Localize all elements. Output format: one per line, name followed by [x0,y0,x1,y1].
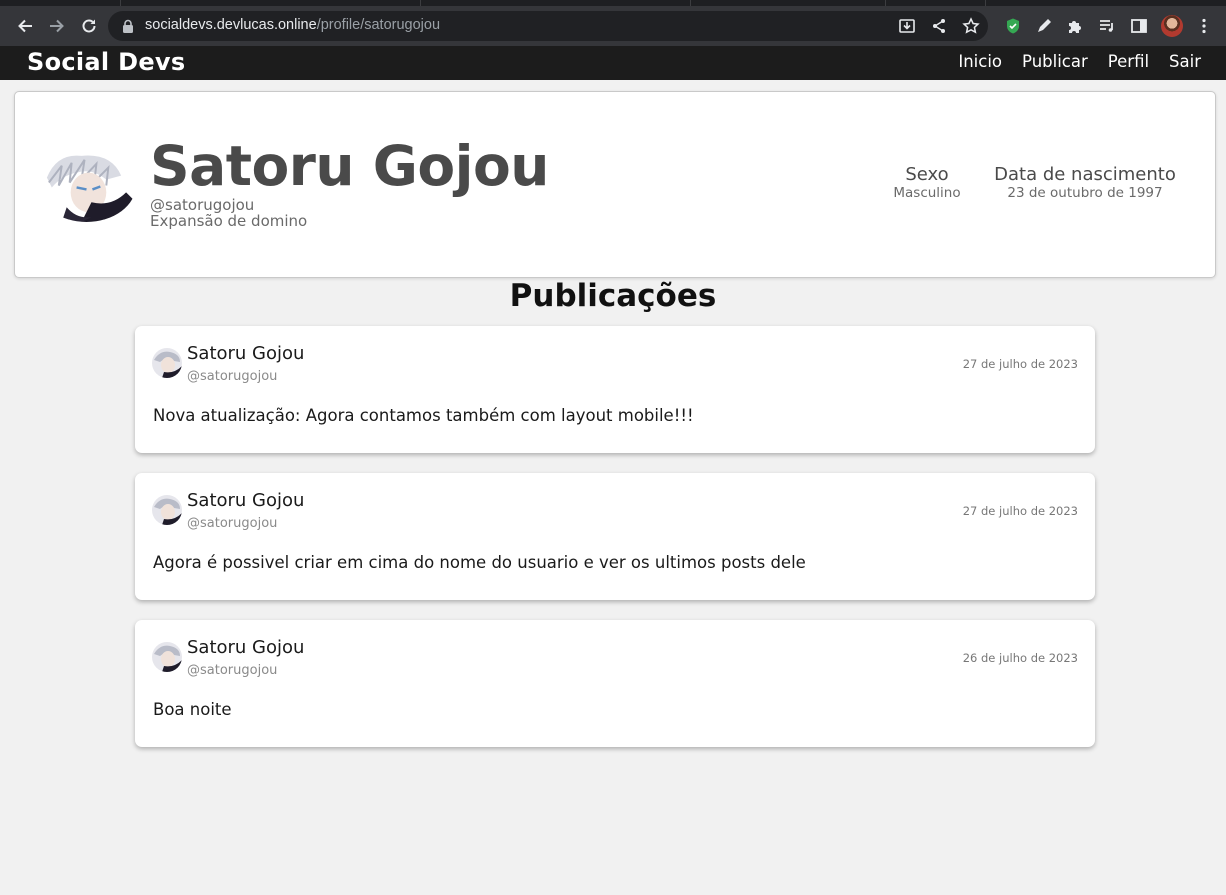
media-queue-icon[interactable] [1095,14,1119,38]
post-date: 26 de julho de 2023 [962,651,1078,665]
gender-info: Sexo Masculino [873,164,981,202]
nav-links: Inicio Publicar Perfil Sair [958,52,1201,71]
profile-bio: Expansão de domino [150,212,308,230]
post-avatar[interactable] [152,348,182,378]
nav-link-inicio[interactable]: Inicio [958,52,1002,71]
posts-section-title: Publicações [509,278,717,314]
pen-extension-icon[interactable] [1032,14,1056,38]
post-card: Satoru Gojou @satorugojou 27 de julho de… [135,326,1095,453]
extensions-puzzle-icon[interactable] [1063,14,1087,38]
site-navbar: Social Devs Inicio Publicar Perfil Sair [0,46,1226,80]
birth-value: 23 de outubro de 1997 [1007,185,1163,201]
back-icon[interactable] [13,14,37,38]
nav-link-publicar[interactable]: Publicar [1022,52,1088,71]
post-date: 27 de julho de 2023 [962,357,1078,371]
bookmark-star-icon[interactable] [962,17,980,35]
post-avatar[interactable] [152,642,182,672]
profile-avatar [37,148,136,222]
post-date: 27 de julho de 2023 [962,504,1078,518]
post-author[interactable]: Satoru Gojou [187,637,304,658]
post-card: Satoru Gojou @satorugojou 26 de julho de… [135,620,1095,747]
browser-profile-avatar[interactable] [1161,15,1183,37]
post-handle: @satorugojou [187,369,278,384]
gender-label: Sexo [905,164,949,185]
reload-icon[interactable] [77,14,101,38]
address-bar[interactable]: socialdevs.devlucas.online/profile/sator… [108,11,988,41]
nav-link-sair[interactable]: Sair [1169,52,1201,71]
brand-logo[interactable]: Social Devs [27,48,185,76]
gender-value: Masculino [893,185,961,201]
post-text: Boa noite [153,700,232,719]
post-handle: @satorugojou [187,516,278,531]
birth-label: Data de nascimento [994,164,1176,185]
browser-toolbar: socialdevs.devlucas.online/profile/sator… [0,6,1226,46]
post-text: Nova atualização: Agora contamos também … [153,406,694,425]
post-card: Satoru Gojou @satorugojou 27 de julho de… [135,473,1095,600]
shield-extension-icon[interactable] [1001,14,1025,38]
post-author[interactable]: Satoru Gojou [187,490,304,511]
post-avatar[interactable] [152,495,182,525]
more-menu-icon[interactable] [1192,14,1216,38]
lock-icon [123,19,133,33]
post-handle: @satorugojou [187,663,278,678]
profile-name: Satoru Gojou [150,134,549,198]
profile-handle: @satorugojou [150,196,255,214]
post-text: Agora é possivel criar em cima do nome d… [153,553,806,572]
forward-icon[interactable] [45,14,69,38]
nav-link-perfil[interactable]: Perfil [1108,52,1149,71]
birth-info: Data de nascimento 23 de outubro de 1997 [985,164,1185,202]
post-author[interactable]: Satoru Gojou [187,343,304,364]
url-text: socialdevs.devlucas.online/profile/sator… [145,17,441,33]
side-panel-icon[interactable] [1127,14,1151,38]
install-app-icon[interactable] [898,17,916,35]
profile-card: Satoru Gojou @satorugojou Expansão de do… [14,91,1216,278]
share-icon[interactable] [930,17,948,35]
